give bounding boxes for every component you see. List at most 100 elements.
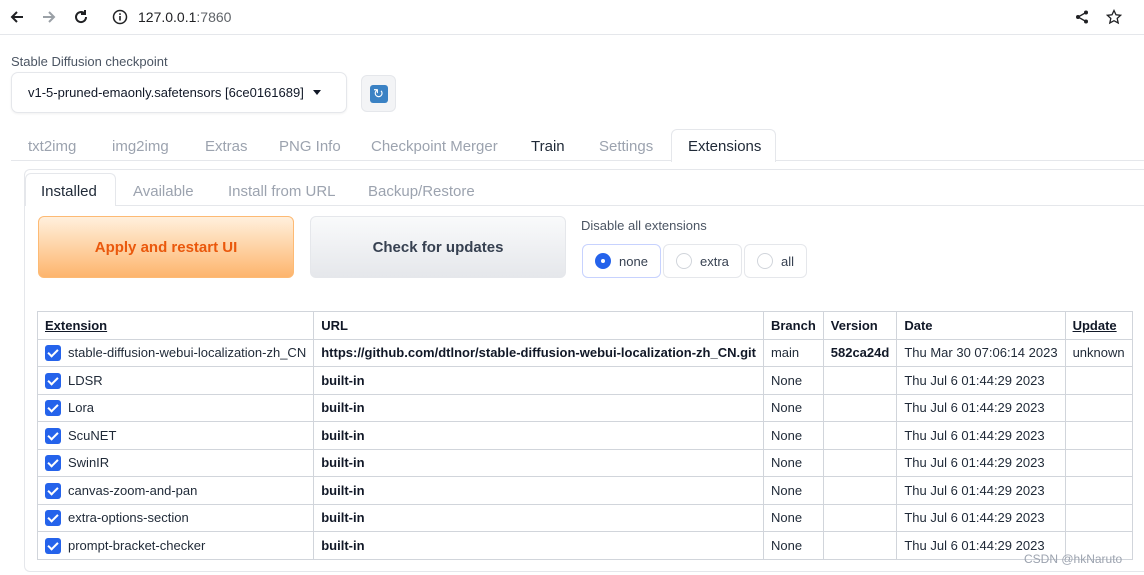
tab-extras[interactable]: Extras: [205, 138, 248, 155]
radio-selected-icon: [595, 253, 611, 269]
enable-checkbox[interactable]: [45, 400, 61, 417]
extension-name: prompt-bracket-checker: [68, 538, 206, 554]
table-row: extra-options-section built-in None Thu …: [36, 503, 1133, 532]
extension-cell: stable-diffusion-webui-localization-zh_C…: [36, 338, 315, 367]
main-tabs: txt2img img2img Extras PNG Info Checkpoi…: [11, 129, 1144, 162]
extension-cell: ScuNET: [36, 421, 315, 450]
table-row: LDSR built-in None Thu Jul 6 01:44:29 20…: [36, 366, 1133, 395]
enable-checkbox[interactable]: [45, 455, 61, 472]
extensions-table: Extension URL Branch Version Date Update…: [36, 311, 1133, 560]
version-cell: [822, 393, 898, 422]
enable-checkbox[interactable]: [45, 510, 61, 527]
date-cell: Thu Jul 6 01:44:29 2023: [896, 476, 1066, 505]
branch-cell: None: [762, 448, 824, 477]
branch-cell: None: [762, 503, 824, 532]
extension-cell: extra-options-section: [36, 503, 315, 532]
url-cell: built-in: [313, 503, 764, 532]
table-row: SwinIR built-in None Thu Jul 6 01:44:29 …: [36, 448, 1133, 477]
extension-name: extra-options-section: [68, 510, 189, 526]
header-update[interactable]: Update: [1064, 311, 1133, 340]
extension-cell: LDSR: [36, 366, 315, 395]
radio-none-label: none: [619, 253, 648, 269]
disable-extensions-label: Disable all extensions: [581, 218, 707, 233]
tab-extensions[interactable]: Extensions: [688, 138, 761, 155]
extension-cell: prompt-bracket-checker: [36, 531, 315, 560]
version-cell: [822, 503, 898, 532]
table-row: ScuNET built-in None Thu Jul 6 01:44:29 …: [36, 421, 1133, 450]
subtab-available[interactable]: Available: [133, 183, 194, 200]
bookmark-star-icon[interactable]: [1102, 5, 1126, 29]
radio-none[interactable]: none: [582, 244, 661, 278]
radio-all[interactable]: all: [744, 244, 807, 278]
subtab-install-from-url[interactable]: Install from URL: [228, 183, 336, 200]
header-extension[interactable]: Extension: [36, 311, 315, 340]
date-cell: Thu Jul 6 01:44:29 2023: [896, 448, 1066, 477]
enable-checkbox[interactable]: [45, 427, 61, 444]
radio-all-label: all: [781, 253, 795, 269]
url-cell[interactable]: https://github.com/dtlnor/stable-diffusi…: [313, 338, 764, 367]
radio-unselected-icon: [757, 253, 773, 269]
extension-name: stable-diffusion-webui-localization-zh_C…: [68, 345, 307, 361]
tab-train[interactable]: Train: [531, 138, 565, 155]
url-host: 127.0.0.1: [138, 9, 197, 25]
tab-checkpoint-merger[interactable]: Checkpoint Merger: [371, 138, 498, 155]
url-cell: built-in: [313, 531, 764, 560]
info-icon[interactable]: [112, 9, 128, 25]
enable-checkbox[interactable]: [45, 372, 61, 389]
branch-cell: None: [762, 421, 824, 450]
tab-png-info[interactable]: PNG Info: [279, 138, 341, 155]
version-cell: [822, 366, 898, 395]
enable-checkbox[interactable]: [45, 482, 61, 499]
share-icon[interactable]: [1070, 5, 1094, 29]
branch-cell: main: [762, 338, 824, 367]
refresh-icon: ↻: [369, 84, 388, 103]
extensions-panel: Installed Available Install from URL Bac…: [24, 169, 1144, 572]
update-cell: [1064, 393, 1133, 422]
header-date: Date: [896, 311, 1066, 340]
table-row: canvas-zoom-and-pan built-in None Thu Ju…: [36, 476, 1133, 505]
update-cell: [1064, 366, 1133, 395]
back-icon[interactable]: [5, 5, 29, 29]
tab-img2img[interactable]: img2img: [112, 138, 169, 155]
update-cell: [1064, 476, 1133, 505]
forward-icon[interactable]: [37, 5, 61, 29]
url-cell: built-in: [313, 476, 764, 505]
subtab-backup-restore[interactable]: Backup/Restore: [368, 183, 475, 200]
url-cell: built-in: [313, 366, 764, 395]
update-cell: [1064, 421, 1133, 450]
version-cell: [822, 531, 898, 560]
refresh-checkpoint-button[interactable]: ↻: [361, 75, 396, 112]
extension-cell: canvas-zoom-and-pan: [36, 476, 315, 505]
extension-name: LDSR: [68, 373, 103, 389]
branch-cell: None: [762, 531, 824, 560]
tab-txt2img[interactable]: txt2img: [28, 138, 76, 155]
date-cell: Thu Jul 6 01:44:29 2023: [896, 393, 1066, 422]
branch-cell: None: [762, 366, 824, 395]
update-cell: unknown: [1064, 338, 1133, 367]
checkpoint-dropdown[interactable]: v1-5-pruned-emaonly.safetensors [6ce0161…: [11, 72, 347, 113]
url-text: 127.0.0.1:7860: [138, 9, 231, 25]
extension-name: ScuNET: [68, 428, 117, 444]
version-cell: [822, 421, 898, 450]
subtab-installed[interactable]: Installed: [41, 183, 97, 200]
reload-icon[interactable]: [69, 5, 93, 29]
url-cell: built-in: [313, 448, 764, 477]
table-row: prompt-bracket-checker built-in None Thu…: [36, 531, 1133, 560]
checkpoint-value: v1-5-pruned-emaonly.safetensors [6ce0161…: [28, 85, 304, 100]
version-cell: [822, 448, 898, 477]
extension-name: Lora: [68, 400, 95, 416]
url-cell: built-in: [313, 421, 764, 450]
header-version: Version: [822, 311, 898, 340]
url-port: :7860: [196, 9, 232, 25]
address-bar[interactable]: 127.0.0.1:7860: [112, 6, 231, 28]
radio-extra[interactable]: extra: [663, 244, 742, 278]
date-cell: Thu Jul 6 01:44:29 2023: [896, 503, 1066, 532]
check-for-updates-button[interactable]: Check for updates: [310, 216, 566, 278]
extension-cell: SwinIR: [36, 448, 315, 477]
update-cell: [1064, 503, 1133, 532]
apply-and-restart-button[interactable]: Apply and restart UI: [38, 216, 294, 278]
enable-checkbox[interactable]: [45, 345, 61, 362]
table-header-row: Extension URL Branch Version Date Update: [36, 311, 1133, 340]
enable-checkbox[interactable]: [45, 537, 61, 554]
tab-settings[interactable]: Settings: [599, 138, 653, 155]
